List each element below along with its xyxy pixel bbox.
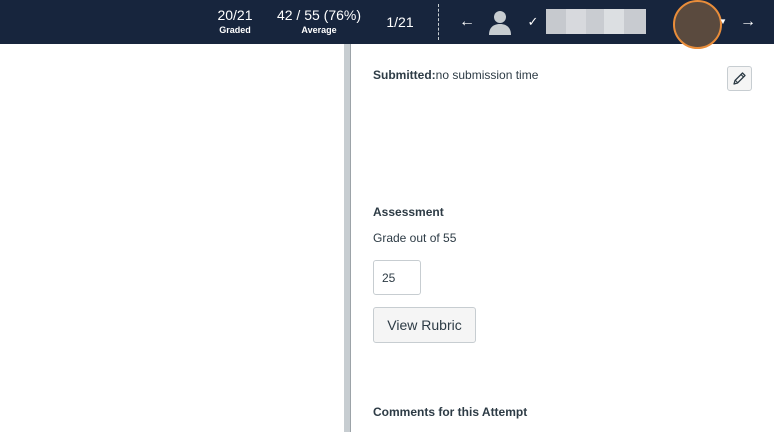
submission-time: Submitted:no submission time bbox=[373, 67, 538, 83]
grade-input[interactable] bbox=[373, 260, 421, 295]
graded-stat: 20/21 Graded bbox=[206, 6, 264, 36]
average-score: 42 / 55 (76%) bbox=[276, 7, 362, 23]
graded-label: Graded bbox=[219, 25, 251, 35]
header-divider bbox=[438, 4, 439, 40]
graded-count: 20/21 bbox=[217, 7, 253, 23]
arrow-left-icon: ← bbox=[459, 13, 475, 30]
user-avatar-icon bbox=[486, 8, 514, 36]
pane-resize-handle[interactable] bbox=[344, 44, 351, 432]
arrow-right-icon: → bbox=[740, 13, 756, 30]
submitted-value: no submission time bbox=[435, 68, 539, 82]
view-rubric-button[interactable]: View Rubric bbox=[373, 307, 476, 343]
average-stat: 42 / 55 (76%) Average bbox=[268, 6, 370, 36]
assessment-heading: Assessment bbox=[373, 205, 444, 219]
student-name-redacted[interactable] bbox=[546, 9, 646, 34]
next-student-button[interactable]: → bbox=[738, 10, 758, 34]
previous-student-button[interactable]: ← bbox=[457, 10, 477, 34]
checkmark-icon: ✓ bbox=[527, 14, 539, 29]
submitted-label: Submitted: bbox=[373, 68, 436, 82]
student-selector-highlight[interactable] bbox=[673, 0, 722, 49]
comments-heading: Comments for this Attempt bbox=[373, 405, 528, 419]
speedgrader-header: 20/21 Graded 42 / 55 (76%) Average 1/21 … bbox=[0, 0, 774, 49]
grading-panel: Submitted:no submission time Assessment … bbox=[351, 44, 774, 432]
student-position: 1/21 bbox=[386, 14, 414, 30]
average-label: Average bbox=[301, 25, 337, 35]
grade-label: Grade out of 55 bbox=[373, 231, 457, 245]
submission-preview-pane bbox=[0, 44, 344, 432]
edit-button[interactable] bbox=[727, 66, 752, 91]
pencil-icon bbox=[733, 72, 746, 85]
chevron-down-icon[interactable]: ▼ bbox=[719, 16, 727, 28]
